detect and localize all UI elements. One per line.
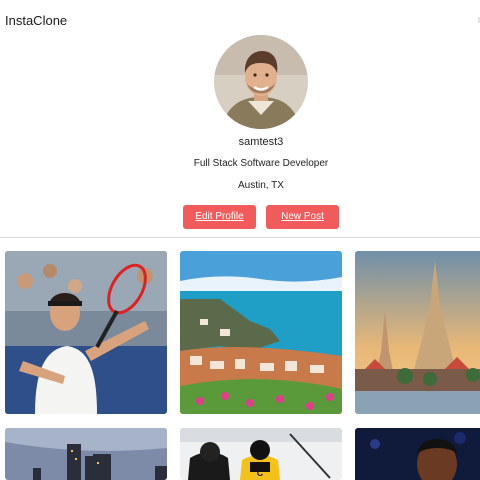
svg-text:C: C [257, 468, 264, 478]
profile-bio: Full Stack Software Developer [193, 158, 329, 169]
top-bar: InstaClone [0, 0, 480, 40]
post-tile-skyline[interactable] [5, 428, 167, 480]
post-tile-basketball[interactable] [355, 428, 480, 480]
profile-location: Austin, TX [238, 180, 284, 191]
user-portrait-icon [214, 35, 308, 129]
basketball-player-photo-icon [355, 428, 480, 480]
post-tile-coast[interactable] [180, 251, 342, 414]
new-post-button[interactable]: New Post [266, 205, 339, 229]
post-tile-hockey[interactable]: C [180, 428, 342, 480]
profile-avatar[interactable] [214, 35, 308, 129]
coastal-village-photo-icon [180, 251, 342, 414]
profile-username: samtest3 [238, 136, 284, 148]
temple-spire-photo-icon [355, 251, 480, 414]
section-divider [0, 237, 480, 238]
post-tile-temple[interactable] [355, 251, 480, 414]
hockey-players-photo-icon: C [180, 428, 342, 480]
tennis-player-photo-icon [5, 251, 167, 414]
city-skyline-photo-icon [5, 428, 167, 480]
app-title[interactable]: InstaClone [5, 13, 67, 28]
edit-profile-button[interactable]: Edit Profile [183, 205, 256, 229]
post-tile-tennis[interactable] [5, 251, 167, 414]
